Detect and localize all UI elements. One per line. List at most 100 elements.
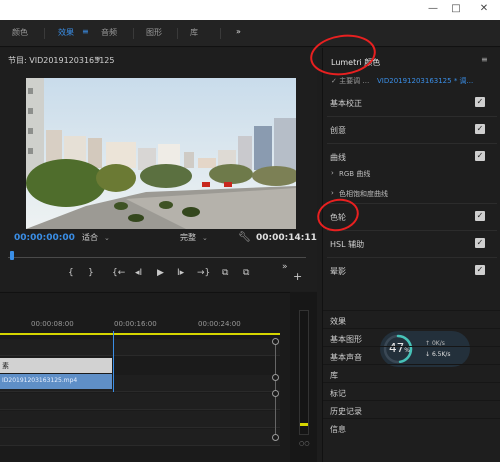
- current-timecode[interactable]: 00:00:00:00: [14, 233, 75, 243]
- work-area-bar[interactable]: [0, 333, 280, 335]
- program-monitor-header: 节目: VID20191203163125 ≡: [0, 52, 317, 70]
- add-button-icon[interactable]: +: [293, 270, 302, 283]
- meter-solo-buttons[interactable]: ○○: [299, 440, 309, 447]
- section-enable-checkbox[interactable]: ✓: [475, 97, 485, 107]
- wrench-icon[interactable]: 🔧︎: [238, 232, 251, 243]
- program-monitor-panel: 节目: VID20191203163125 ≡ 00:00:00:00 适合 ⌄…: [0, 48, 317, 291]
- panel-label: 效果: [330, 317, 346, 326]
- timeline-playhead[interactable]: [113, 331, 114, 392]
- workspace-divider: [220, 28, 221, 39]
- workspace-tab-color[interactable]: 颜色: [12, 27, 28, 38]
- restore-button[interactable]: □: [446, 1, 466, 17]
- lumetri-master-label: ✓ 主要调 …: [331, 77, 370, 85]
- panel-label: 基本声音: [330, 353, 362, 362]
- timeline-ruler[interactable]: 00:00:08:00 00:00:16:00 00:00:24:00: [0, 293, 290, 333]
- program-scrubber[interactable]: [8, 251, 306, 261]
- lumetri-clip-name[interactable]: VID20191203163125 * 调...: [377, 76, 473, 86]
- chevron-down-icon: ⌄: [104, 234, 110, 242]
- ruler-label: 00:00:24:00: [198, 320, 241, 328]
- workspace-tab-graphics[interactable]: 图形: [146, 27, 162, 38]
- section-hsl-secondary[interactable]: HSL 辅助 ✓: [323, 231, 500, 257]
- duration-timecode: 00:00:14:11: [256, 233, 317, 243]
- ruler-label: 00:00:08:00: [31, 320, 74, 328]
- panel-libraries[interactable]: 库: [323, 364, 500, 382]
- track-scroll-handle[interactable]: [272, 390, 279, 397]
- panel-markers[interactable]: 标记: [323, 382, 500, 400]
- panel-history[interactable]: 历史记录: [323, 400, 500, 418]
- panel-essential-graphics[interactable]: 基本图形: [323, 328, 500, 346]
- panel-label: 库: [330, 371, 338, 380]
- play-button[interactable]: ▶: [157, 268, 164, 278]
- panel-label: 历史记录: [330, 407, 362, 416]
- fit-dropdown[interactable]: 适合 ⌄: [82, 232, 110, 243]
- step-forward-button[interactable]: I▸: [177, 268, 184, 278]
- subsection-label: 色相饱和度曲线: [339, 190, 388, 198]
- workspace-divider: [177, 28, 178, 39]
- section-enable-checkbox[interactable]: ✓: [475, 265, 485, 275]
- workspace-tab-audio[interactable]: 音频: [101, 27, 117, 38]
- panel-label: 基本图形: [330, 335, 362, 344]
- lumetri-menu-icon[interactable]: ≡: [481, 55, 488, 64]
- panel-label: 信息: [330, 425, 346, 434]
- section-enable-checkbox[interactable]: ✓: [475, 124, 485, 134]
- section-enable-checkbox[interactable]: ✓: [475, 238, 485, 248]
- workspace-bar: 颜色 效果 ≡ 音频 图形 库 »: [0, 20, 500, 47]
- chevron-right-icon: ›: [331, 189, 334, 197]
- panel-label: 标记: [330, 389, 346, 398]
- overflow-icon[interactable]: »: [282, 262, 288, 272]
- video-clip[interactable]: 素: [0, 358, 112, 373]
- track-scroll-handle[interactable]: [272, 434, 279, 441]
- workspace-divider: [133, 28, 134, 39]
- section-label: HSL 辅助: [330, 240, 365, 249]
- lift-button[interactable]: ⧉: [222, 268, 228, 278]
- workspace-tab-library[interactable]: 库: [190, 27, 198, 38]
- lumetri-color-panel: Lumetri 颜色 ≡ ✓ 主要调 … VID20191203163125 *…: [322, 48, 500, 462]
- subsection-rgb-curves[interactable]: › RGB 曲线: [323, 161, 500, 181]
- minimize-button[interactable]: —: [423, 1, 443, 17]
- subsection-hue-sat-curves[interactable]: › 色相饱和度曲线: [323, 181, 500, 201]
- go-to-out-button[interactable]: →}: [197, 268, 210, 278]
- section-label: 基本校正: [330, 99, 362, 108]
- panel-essential-sound[interactable]: 基本声音: [323, 346, 500, 364]
- video-clip-main[interactable]: ID20191203163125.mp4: [0, 374, 112, 389]
- workspace-menu-icon[interactable]: ≡: [82, 27, 89, 36]
- close-button[interactable]: ✕: [474, 1, 494, 17]
- fit-dropdown-value: 适合: [82, 233, 98, 242]
- panel-effects[interactable]: 效果: [323, 310, 500, 328]
- audio-track[interactable]: [0, 393, 280, 410]
- section-label: 创意: [330, 126, 346, 135]
- workspace-tab-effects[interactable]: 效果: [58, 27, 74, 38]
- workspace-overflow-icon[interactable]: »: [236, 27, 241, 36]
- quality-dropdown[interactable]: 完整 ⌄: [180, 232, 208, 243]
- go-to-in-button[interactable]: {←: [112, 268, 125, 278]
- audio-meter-level: [300, 423, 308, 426]
- mark-out-button[interactable]: }: [88, 268, 94, 278]
- transport-controls: { } {← ◂I ▶ I▸ →} ⧉ ⧉ » +: [60, 262, 302, 284]
- ruler-label: 00:00:16:00: [114, 320, 157, 328]
- panel-info[interactable]: 信息: [323, 418, 500, 436]
- program-timecode-row: 00:00:00:00 适合 ⌄ 完整 ⌄ 🔧︎ 00:00:14:11: [0, 231, 317, 245]
- audio-track[interactable]: [0, 411, 280, 428]
- mark-in-button[interactable]: {: [68, 268, 74, 278]
- section-creative[interactable]: 创意 ✓: [323, 117, 500, 143]
- playhead-handle[interactable]: [10, 251, 14, 260]
- section-basic-correction[interactable]: 基本校正 ✓: [323, 90, 500, 116]
- video-track[interactable]: [0, 339, 280, 356]
- section-vignette[interactable]: 晕影 ✓: [323, 258, 500, 284]
- section-enable-checkbox[interactable]: ✓: [475, 211, 485, 221]
- scrubber-track: [8, 257, 306, 258]
- workspace-divider: [44, 28, 45, 39]
- video-preview[interactable]: [26, 78, 296, 229]
- lumetri-clip-selector[interactable]: ✓ 主要调 … VID20191203163125 * 调...: [323, 73, 500, 88]
- track-scroll-handle[interactable]: [272, 338, 279, 345]
- extract-button[interactable]: ⧉: [243, 268, 249, 278]
- window-titlebar: — □ ✕: [0, 0, 500, 20]
- video-frame-image: [26, 78, 296, 229]
- section-enable-checkbox[interactable]: ✓: [475, 151, 485, 161]
- track-scroll-handle[interactable]: [272, 374, 279, 381]
- quality-dropdown-value: 完整: [180, 233, 196, 242]
- audio-track[interactable]: [0, 429, 280, 446]
- step-back-button[interactable]: ◂I: [135, 268, 142, 278]
- audio-meter-panel: ○○: [290, 292, 317, 462]
- program-menu-icon[interactable]: ≡: [94, 54, 101, 63]
